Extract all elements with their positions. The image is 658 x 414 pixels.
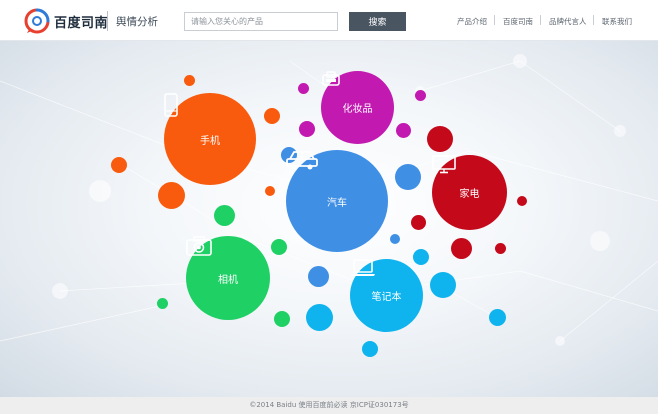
footer: ©2014 Baidu 使用百度前必读 京ICP证030173号 <box>0 397 658 414</box>
category-bubble-appliance[interactable]: 家电 <box>432 155 507 230</box>
decor-dot <box>214 205 235 226</box>
nav-divider <box>593 15 594 25</box>
category-bubble-car[interactable]: 汽车 <box>286 150 388 252</box>
decor-dot <box>274 311 290 327</box>
decor-dot <box>411 215 426 230</box>
decor-dot <box>265 186 275 196</box>
category-label: 相机 <box>218 274 238 286</box>
nav-brand-ambassador[interactable]: 品牌代言人 <box>549 16 587 27</box>
phone-icon <box>164 93 178 117</box>
decor-dot <box>495 243 506 254</box>
category-bubble-laptop[interactable]: 笔记本 <box>350 259 423 332</box>
category-bubble-phone[interactable]: 手机 <box>164 93 256 185</box>
category-label: 笔记本 <box>371 292 402 303</box>
nav-baidu-sinan[interactable]: 百度司南 <box>503 16 533 27</box>
category-label: 化妆品 <box>342 104 373 115</box>
nav-product-intro[interactable]: 产品介绍 <box>457 16 487 27</box>
decor-dot <box>489 309 506 326</box>
decor-dot <box>427 126 453 152</box>
logo-icon[interactable] <box>24 8 50 34</box>
decor-dot <box>184 75 195 86</box>
category-label: 手机 <box>200 135 220 147</box>
decor-dot <box>308 266 329 287</box>
decor-dot <box>111 157 127 173</box>
decor-dot <box>517 196 527 206</box>
category-bubble-camera[interactable]: 相机 <box>186 236 270 320</box>
category-bubble-cosmetics[interactable]: 化妆品 <box>321 71 394 144</box>
decor-dot <box>158 182 185 209</box>
tv-icon <box>432 155 456 174</box>
decor-dot <box>157 298 168 309</box>
decor-dot <box>396 123 411 138</box>
decor-dot <box>264 108 280 124</box>
decor-dot <box>395 164 421 190</box>
decor-dot <box>451 238 472 259</box>
laptop-icon <box>351 259 375 276</box>
nav-divider <box>494 15 495 25</box>
search-button[interactable]: 搜索 <box>349 12 406 31</box>
decor-dot <box>390 234 400 244</box>
decor-dot <box>430 272 456 298</box>
decor-dot <box>362 341 378 357</box>
top-bar: 百度司南 舆情分析 搜索 产品介绍 百度司南 品牌代言人 联系我们 <box>0 0 658 41</box>
cosmetics-icon <box>322 71 340 86</box>
search-input[interactable] <box>184 12 338 31</box>
logo-divider <box>107 11 108 31</box>
category-label: 家电 <box>459 189 480 200</box>
bubble-stage: 手机 化妆品 汽车 家电 相机 笔记本 <box>0 41 658 397</box>
product-name: 舆情分析 <box>116 16 158 28</box>
camera-icon <box>186 236 212 256</box>
decor-dot <box>299 121 315 137</box>
decor-dot <box>413 249 429 265</box>
decor-dot <box>415 90 426 101</box>
decor-dot <box>271 239 287 255</box>
category-label: 汽车 <box>327 197 347 209</box>
brand-name[interactable]: 百度司南 <box>54 12 108 31</box>
car-icon <box>286 151 318 170</box>
decor-dot <box>298 83 309 94</box>
nav-contact-us[interactable]: 联系我们 <box>602 16 632 27</box>
decor-dot <box>306 304 333 331</box>
nav-divider <box>540 15 541 25</box>
